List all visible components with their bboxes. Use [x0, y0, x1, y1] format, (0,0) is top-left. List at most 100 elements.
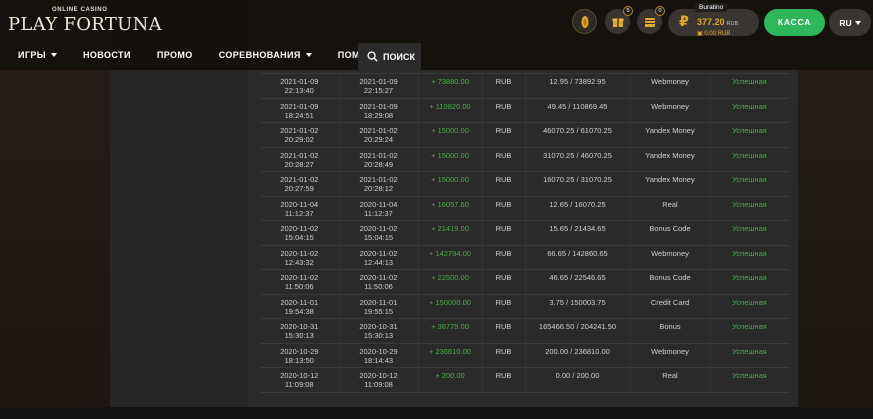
nav-promo-label: ПРОМО: [156, 50, 193, 60]
table-row: 2021-01-09 18:24:51 2021-01-09 18:29:08 + 11…: [260, 98, 789, 123]
status-cell: Успешная: [710, 318, 789, 344]
currency-cell: RUB: [482, 196, 526, 221]
created-cell-text: 2021-01-09: [280, 77, 319, 86]
status-cell: Успешная: [710, 220, 789, 246]
method-cell: Real: [630, 367, 711, 393]
created-cell-text: 20:28:27: [284, 159, 314, 169]
created-cell-text: 12:43:32: [284, 257, 314, 267]
method-cell: Credit Card: [630, 294, 711, 319]
amount-cell-text: + 15000.00: [431, 150, 469, 160]
processed-cell-text: 2020-10-31: [359, 322, 398, 331]
processed-cell: 2020-10-31 15:30:13: [339, 318, 419, 344]
created-cell-text: 15:30:13: [284, 331, 314, 340]
table-row: 2020-11-02 15:04:15 2020-11-02 15:04:15 + 21…: [260, 220, 789, 246]
balance-cell: 200.00 / 236810.00: [525, 343, 631, 368]
processed-cell-text: 2021-01-02: [359, 126, 398, 135]
processed-cell-text: 22:15:27: [363, 86, 394, 95]
currency-cell-text: RUB: [495, 150, 512, 160]
processed-cell: 2021-01-02 20:29:24: [339, 122, 419, 148]
created-cell-text: 2020-11-04: [280, 199, 319, 209]
chevron-down-icon: [51, 53, 57, 57]
method-cell-text: Webmoney: [651, 248, 689, 258]
account-sidebar: [110, 70, 248, 407]
gifts-button[interactable]: 5: [605, 6, 633, 34]
currency-cell: RUB: [482, 269, 526, 295]
processed-cell: 2020-10-12 11:09:08: [339, 367, 419, 393]
amount-cell-text: + 15000.00: [431, 175, 469, 184]
balance-cell: 12.95 / 73892.95: [525, 73, 631, 99]
processed-cell-text: 20:28:12: [363, 184, 394, 193]
currency-cell: RUB: [482, 122, 526, 148]
vip-medal-icon: [581, 15, 588, 28]
processed-cell-text: 15:30:13: [363, 331, 394, 340]
wallet-icon: [644, 17, 655, 27]
search-button[interactable]: ПОИСК: [358, 43, 421, 70]
amount-cell: + 142794.00: [418, 245, 483, 270]
balance-cell-text: 200.00 / 236810.00: [545, 346, 610, 356]
username-label: Buratino: [695, 3, 728, 12]
method-cell-text: Real: [662, 199, 678, 209]
created-cell: 2020-11-02 12:43:32: [260, 245, 340, 270]
balance-currency: RUB: [726, 21, 739, 27]
currency-cell: RUB: [482, 98, 526, 123]
ruble-icon: ₽: [679, 14, 689, 30]
created-cell: 2021-01-09 18:24:51: [260, 98, 340, 123]
processed-cell: 2020-10-29 18:14:43: [339, 343, 419, 368]
amount-cell-text: + 38775.00: [431, 322, 469, 331]
nav-games[interactable]: ИГРЫ: [18, 50, 57, 60]
amount-cell: + 73880.00: [418, 73, 483, 99]
table-row: 2020-11-02 11:50:06 2020-11-02 11:50:06 + 22…: [260, 269, 789, 295]
nav-promo[interactable]: ПРОМО: [157, 50, 193, 60]
vip-status-button[interactable]: [572, 9, 597, 34]
language-select[interactable]: RU: [829, 9, 871, 36]
processed-cell-text: 2020-11-02: [359, 224, 398, 233]
currency-cell: RUB: [482, 318, 526, 344]
nav-tournaments[interactable]: СОРЕВНОВАНИЯ: [219, 50, 312, 60]
balance-cell: 165466.50 / 204241.50: [525, 318, 631, 344]
processed-cell-text: 18:29:08: [363, 110, 394, 120]
created-cell-text: 18:13:50: [284, 355, 314, 365]
table-row: 2021-01-02 20:28:27 2021-01-02 20:28:49 + 15…: [260, 147, 789, 172]
status-cell-text: Успешная: [732, 297, 767, 307]
main-nav: ИГРЫ НОВОСТИ ПРОМО СОРЕВНОВАНИЯ ПОМОЩЬ: [18, 50, 410, 60]
processed-cell-text: 2021-01-09: [359, 101, 398, 111]
balance-cell: 46.65 / 22546.65: [525, 269, 631, 295]
created-cell: 2020-11-04 11:12:37: [260, 196, 340, 221]
balance-cell: 49.45 / 110869.45: [525, 98, 631, 123]
created-cell: 2021-01-02 20:28:27: [260, 147, 340, 172]
processed-cell-text: 11:12:37: [364, 208, 393, 218]
cashier-button[interactable]: КАССА: [764, 9, 825, 36]
balance-cell-text: 16070.25 / 31070.25: [543, 175, 612, 184]
currency-cell: RUB: [482, 294, 526, 319]
processed-cell-text: 2020-11-01: [359, 297, 398, 307]
created-cell: 2021-01-02 20:27:59: [260, 171, 340, 197]
table-row: 2020-10-29 18:13:50 2020-10-29 18:14:43 + 23…: [260, 343, 789, 368]
search-icon: [367, 51, 378, 62]
status-cell: Успешная: [710, 171, 789, 197]
nav-news[interactable]: НОВОСТИ: [83, 50, 131, 60]
processed-cell-text: 2020-11-02: [359, 273, 398, 282]
balance-cell-text: 165466.50 / 204241.50: [538, 322, 617, 331]
status-cell: Успешная: [710, 196, 789, 221]
balance-cell: 15.65 / 21434.65: [525, 220, 631, 246]
amount-cell-text: + 22500.00: [431, 273, 469, 282]
wallet-button[interactable]: 0: [637, 6, 665, 34]
created-cell-text: 19:54:38: [284, 306, 314, 316]
table-row: 2021-01-02 20:27:59 2021-01-02 20:28:12 + 15…: [260, 171, 789, 197]
balance-cell-text: 46070.25 / 61070.25: [543, 126, 612, 135]
logo[interactable]: PLAY FORTUNA: [8, 14, 162, 35]
method-cell-text: Webmoney: [651, 346, 689, 356]
currency-cell-text: RUB: [495, 297, 512, 307]
balance-widget[interactable]: ₽ Buratino 377.20 RUB ▣ 0.00 RUB: [668, 3, 759, 37]
created-cell-text: 2020-11-02: [280, 224, 319, 233]
created-cell: 2020-11-02 11:50:06: [260, 269, 340, 295]
created-cell: 2020-10-12 11:09:08: [260, 367, 340, 393]
chevron-down-icon: [305, 53, 312, 57]
created-cell-text: 20:27:59: [284, 184, 314, 193]
status-cell: Успешная: [710, 294, 789, 319]
balance-cell: 0.00 / 200.00: [525, 367, 631, 393]
created-cell-text: 11:50:06: [284, 282, 314, 291]
wallet-count-badge: 0: [655, 6, 665, 16]
logo-tagline: ONLINE CASINO: [52, 7, 108, 13]
bonus-value: 0.00 RUB: [704, 31, 731, 37]
